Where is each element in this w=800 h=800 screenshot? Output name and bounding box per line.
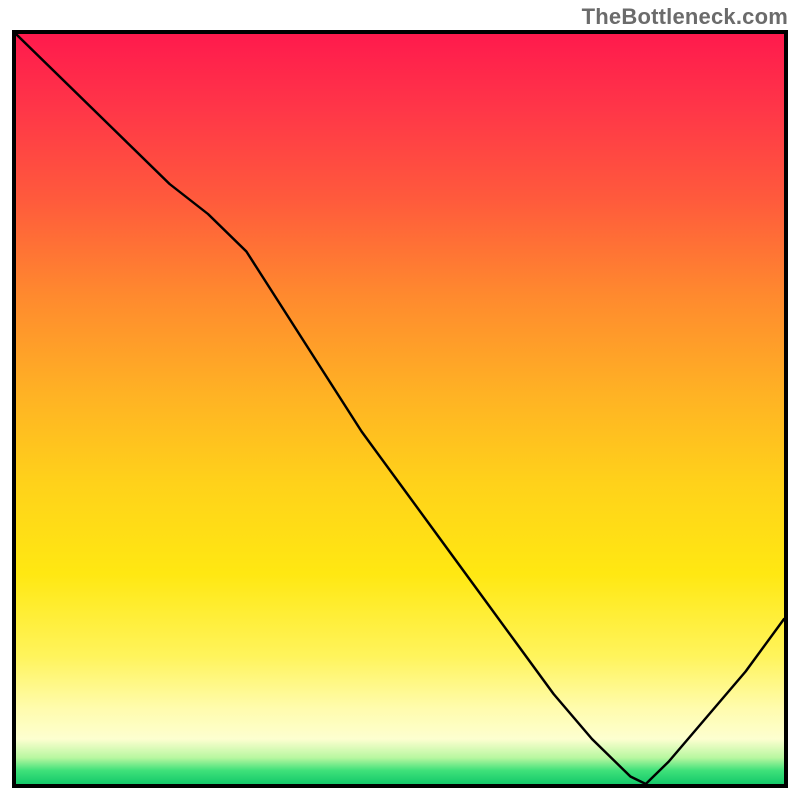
chart-frame: TheBottleneck.com [0,0,800,800]
line-curve [16,34,784,784]
watermark-text: TheBottleneck.com [582,4,788,30]
plot-area [12,30,788,788]
